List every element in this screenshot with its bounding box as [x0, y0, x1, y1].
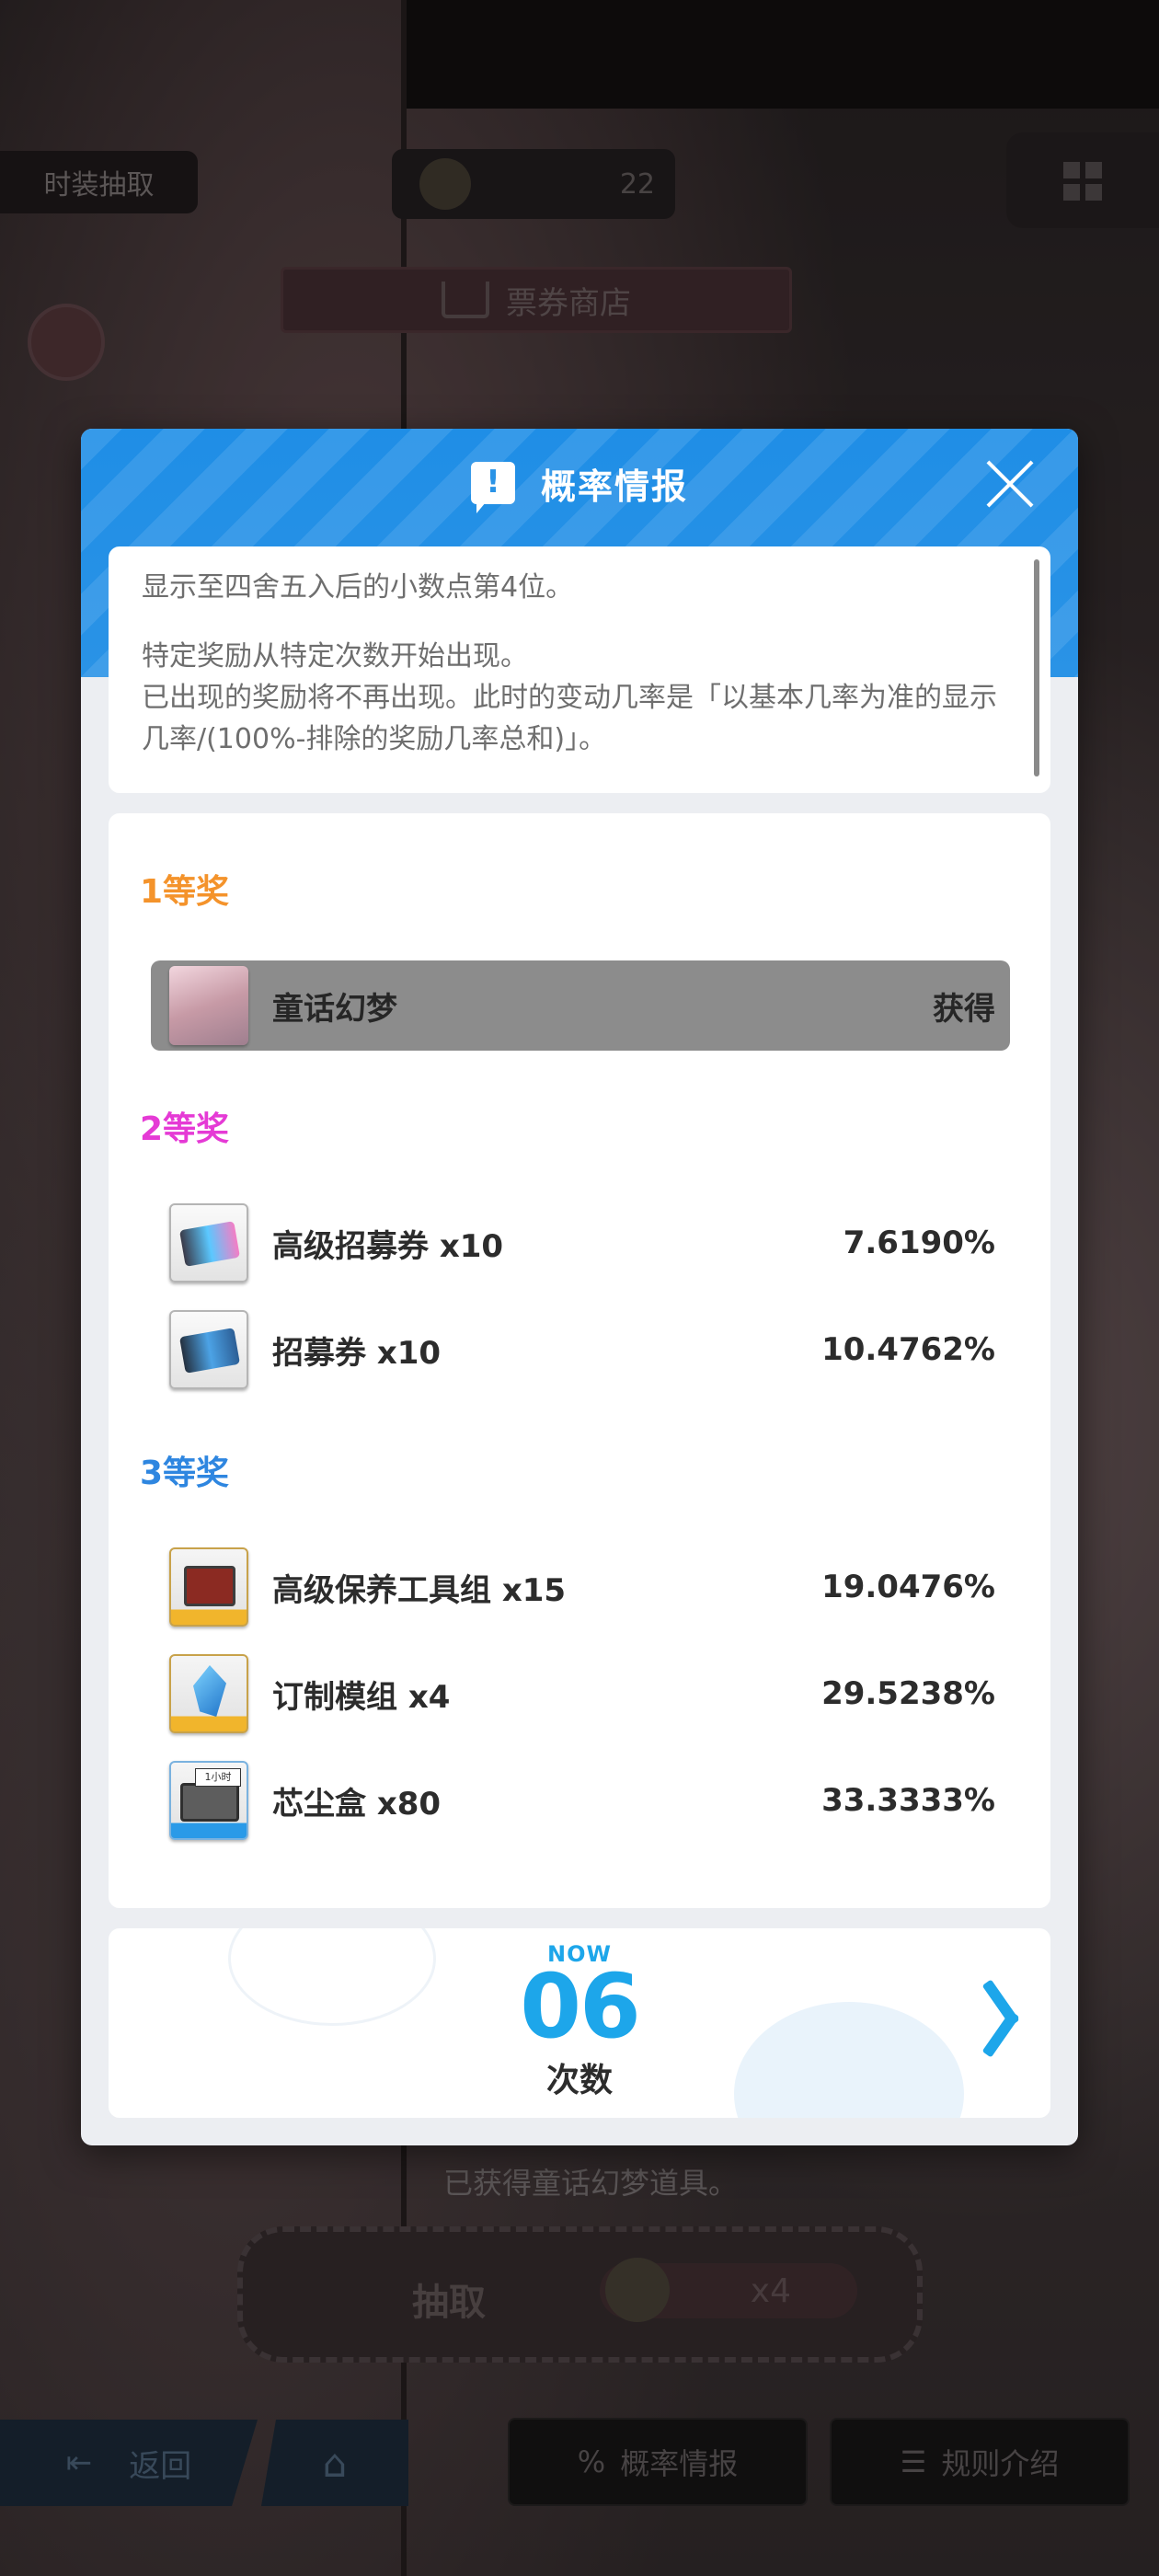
draw-count-caption: 次数	[545, 2062, 613, 2099]
notes-scrollbar[interactable]	[1034, 559, 1039, 776]
reward-name: 芯尘盒 x80	[272, 1785, 442, 1823]
reward-row: 高级保养工具组 x15 19.0476%	[151, 1542, 1010, 1632]
reward-name: 高级招募券 x10	[272, 1227, 504, 1265]
reward-row: 高级招募券 x10 7.6190%	[151, 1198, 1010, 1288]
next-arrow-icon[interactable]	[982, 1976, 1038, 2059]
close-button[interactable]	[982, 456, 1038, 512]
core-dust-box-icon: 1小时	[169, 1761, 248, 1840]
reward-row: 1小时 芯尘盒 x80 33.3333%	[151, 1755, 1010, 1846]
costume-portrait-icon	[169, 966, 248, 1045]
tier-1-label: 1等奖	[140, 873, 230, 911]
modal-title-bar: ! 概率情报	[81, 429, 1078, 537]
modal-title: 概率情报	[540, 466, 688, 507]
alert-icon: !	[470, 462, 515, 513]
reward-row: 订制模组 x4 29.5238%	[151, 1649, 1010, 1739]
probability-modal: ! 概率情报 显示至四舍五入后的小数点第4位。 特定奖励从特定次数开始出现。 已…	[81, 429, 1078, 2145]
notes-panel[interactable]: 显示至四舍五入后的小数点第4位。 特定奖励从特定次数开始出现。 已出现的奖励将不…	[109, 546, 1050, 793]
tier-2-label: 2等奖	[140, 1110, 230, 1148]
reward-name: 高级保养工具组 x15	[272, 1571, 567, 1609]
item-tag: 1小时	[195, 1768, 241, 1787]
reward-name: 订制模组 x4	[272, 1678, 451, 1716]
reward-status: 获得	[933, 990, 995, 1028]
reward-name: 招募券 x10	[272, 1334, 442, 1372]
custom-module-icon	[169, 1654, 248, 1733]
note-specific: 特定奖励从特定次数开始出现。	[142, 640, 528, 673]
advanced-recruit-ticket-icon	[169, 1203, 248, 1282]
recruit-ticket-icon	[169, 1310, 248, 1389]
reward-rate: 10.4762%	[821, 1331, 995, 1368]
draw-counter-panel: NOW 06 次数	[109, 1928, 1050, 2118]
reward-name: 童话幻梦	[272, 990, 397, 1028]
reward-rate: 29.5238%	[821, 1675, 995, 1712]
note-rounding: 显示至四舍五入后的小数点第4位。	[142, 571, 574, 604]
reward-rate: 19.0476%	[821, 1569, 995, 1605]
reward-rate: 33.3333%	[821, 1782, 995, 1819]
draw-count-value: 06	[520, 1955, 641, 2058]
note-exclusion: 已出现的奖励将不再出现。此时的变动几率是「以基本几率为准的显示几率/(100%-…	[142, 682, 997, 755]
reward-rate: 7.6190%	[843, 1225, 995, 1261]
reward-row: 招募券 x10 10.4762%	[151, 1305, 1010, 1395]
tier-3-label: 3等奖	[140, 1455, 230, 1492]
reward-row-obtained: 童话幻梦 获得	[151, 960, 1010, 1051]
maintenance-toolkit-icon	[169, 1547, 248, 1627]
